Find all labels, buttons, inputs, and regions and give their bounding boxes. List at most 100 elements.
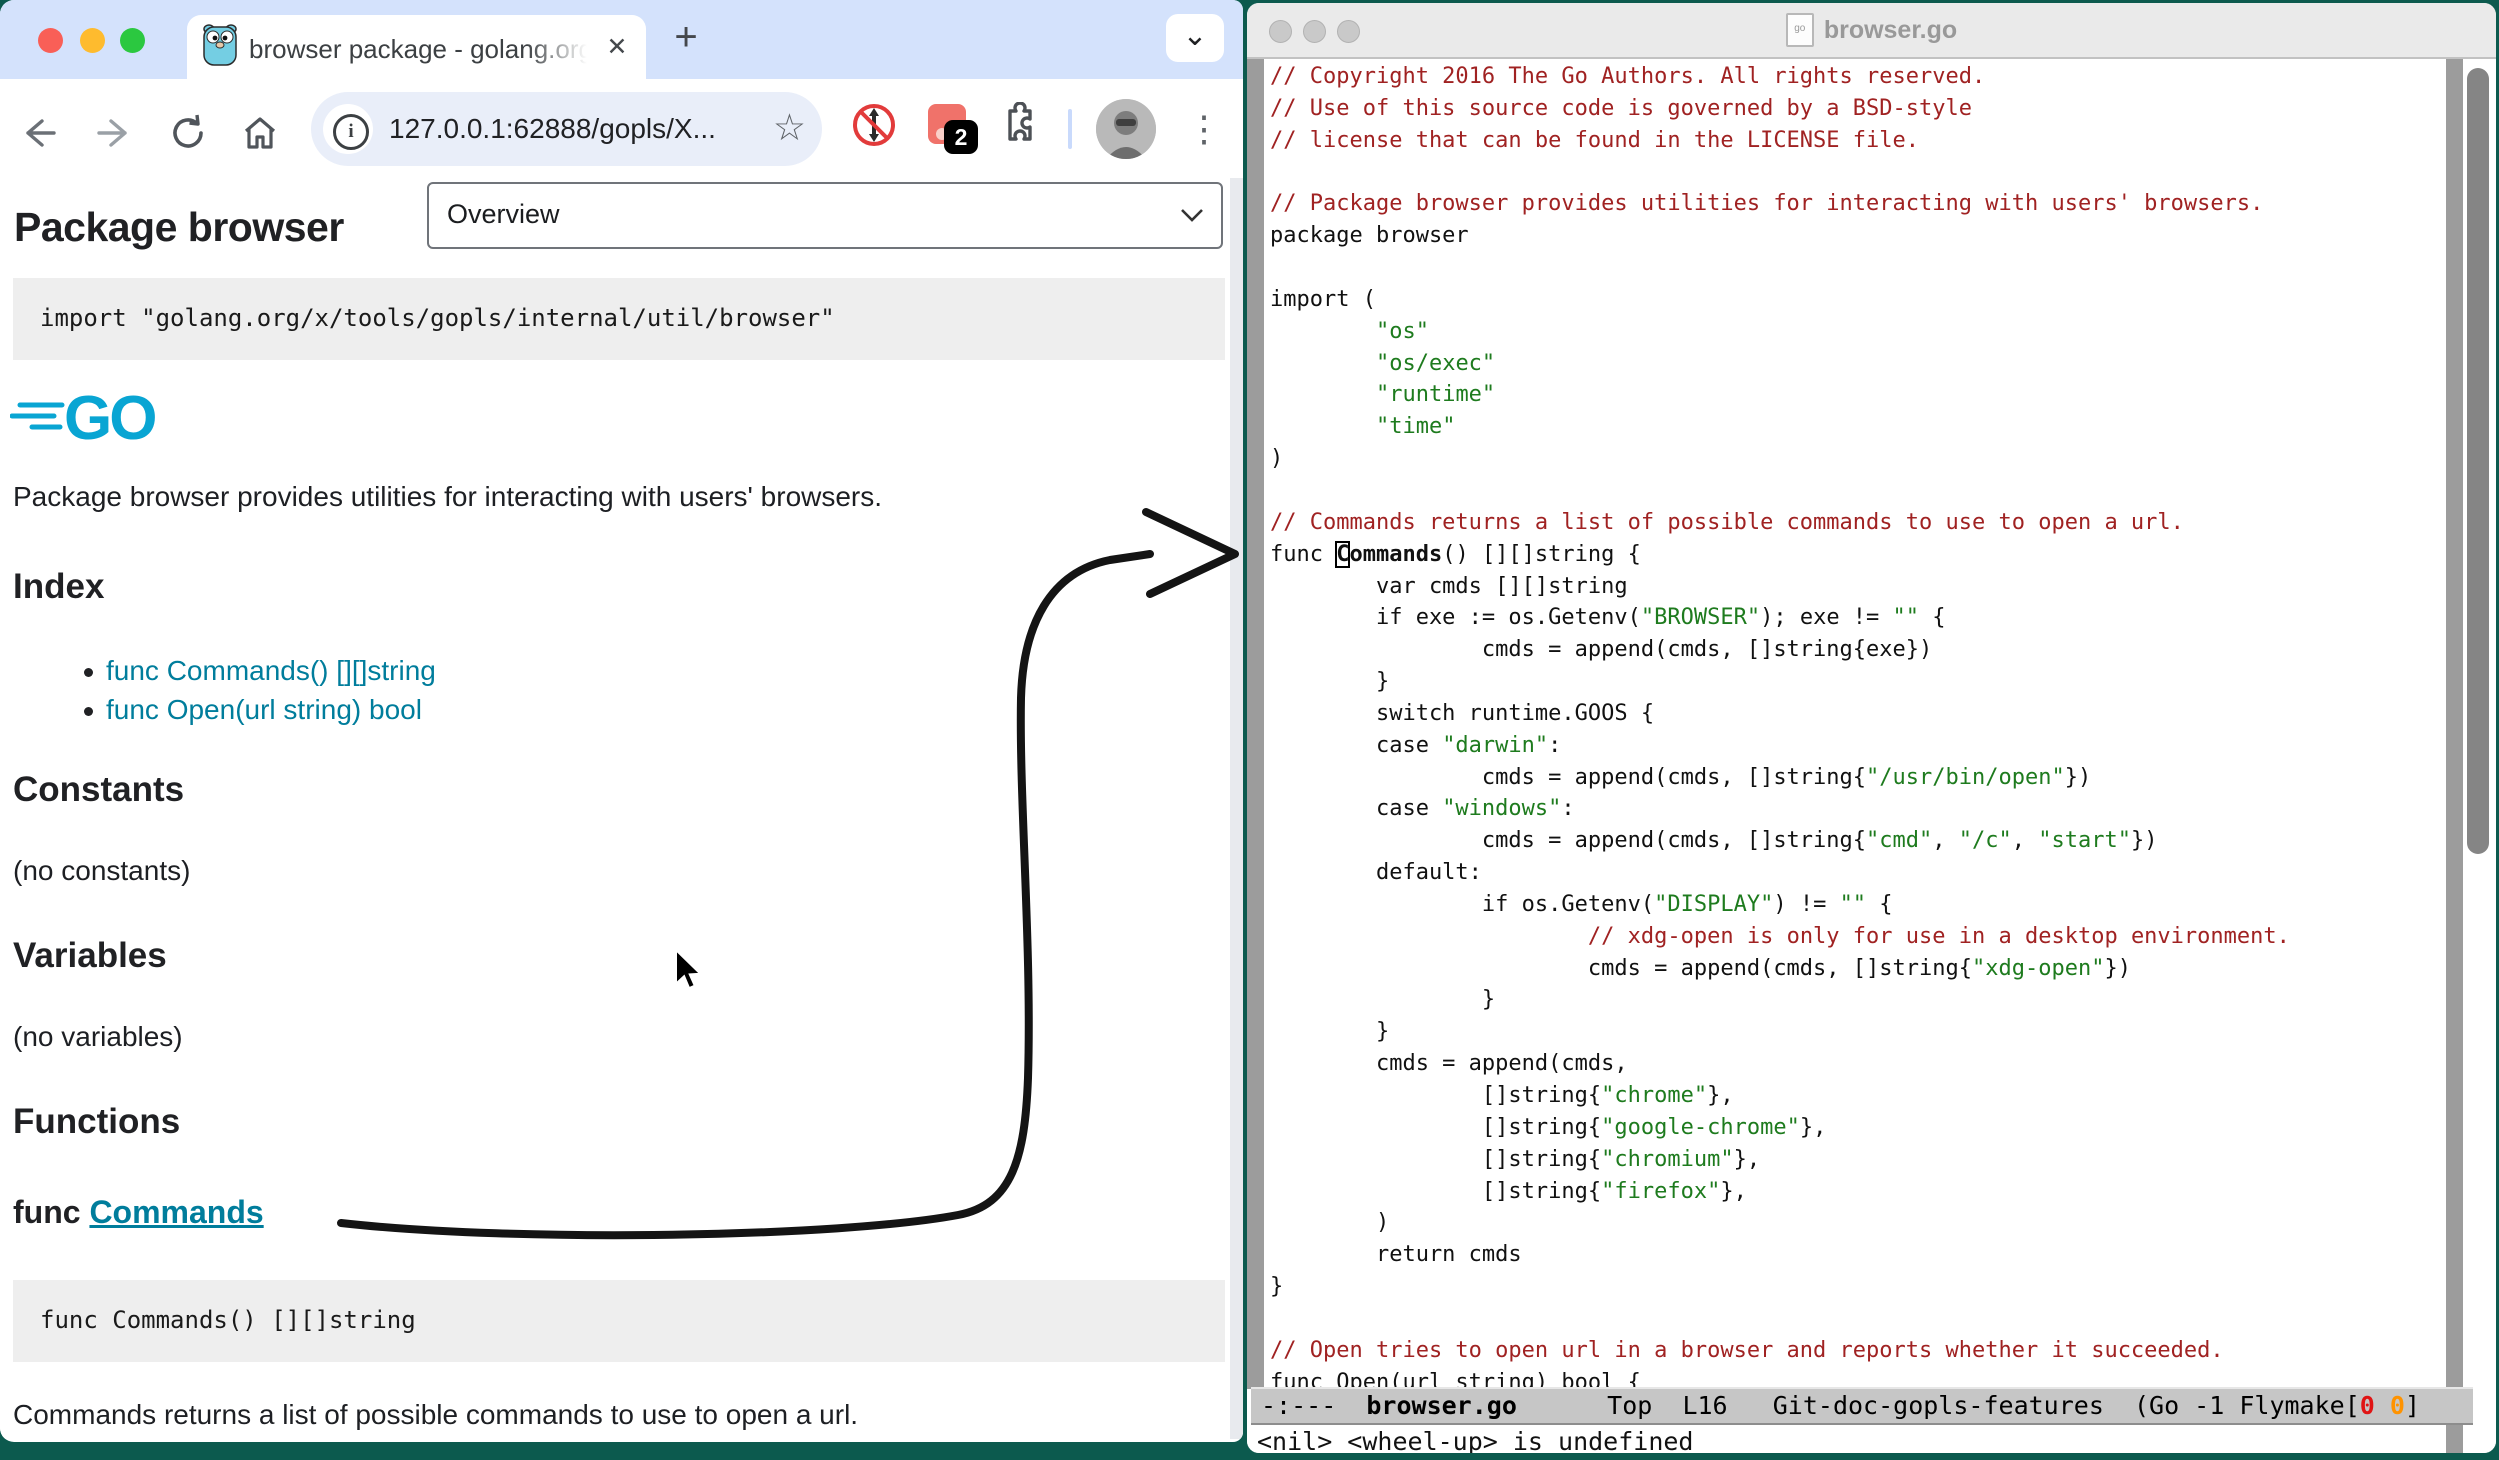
import-code-box: import "golang.org/x/tools/gopls/interna… (13, 278, 1225, 360)
code-line (1270, 252, 2290, 284)
emacs-window-title: browser.go (1824, 16, 1957, 45)
home-button[interactable] (240, 113, 280, 153)
commands-link[interactable]: Commands (89, 1194, 263, 1230)
code-line: // xdg-open is only for use in a desktop… (1270, 921, 2290, 953)
site-info-icon[interactable]: i (323, 104, 373, 154)
func-description: Commands returns a list of possible comm… (13, 1399, 858, 1431)
emacs-window: go browser.go // Copyright 2016 The Go A… (1247, 3, 2496, 1453)
code-line: []string{"firefox"}, (1270, 1176, 2290, 1208)
reload-button[interactable] (168, 113, 208, 153)
url-bar[interactable]: i 127.0.0.1:62888/gopls/X... ☆ (311, 92, 822, 166)
constants-heading: Constants (13, 770, 184, 810)
emacs-title-wrap: go browser.go (1247, 3, 2496, 57)
go-gopher-favicon-icon (203, 24, 237, 71)
scroll-blocker-extension-icon[interactable] (851, 102, 897, 148)
close-window-button[interactable] (38, 28, 63, 53)
code-line: cmds = append(cmds, []string{exe}) (1270, 634, 2290, 666)
code-line: package browser (1270, 220, 2290, 252)
code-line: cmds = append(cmds, []string{"cmd", "/c"… (1270, 825, 2290, 857)
chrome-menu-kebab-icon[interactable]: ⋮ (1186, 101, 1222, 157)
forward-button[interactable] (95, 113, 135, 153)
index-link-commands[interactable]: func Commands() [][]string (106, 655, 436, 687)
code-line: cmds = append(cmds, (1270, 1048, 2290, 1080)
code-line: func Commands() [][]string { (1270, 539, 2290, 571)
doc-page: Package browser Overview import "golang.… (0, 178, 1243, 1439)
tab-title: browser package - golang.org (249, 34, 587, 65)
code-line: []string{"chromium"}, (1270, 1144, 2290, 1176)
emacs-cursor: C (1336, 542, 1349, 567)
back-button[interactable] (18, 113, 58, 153)
code-line: } (1270, 984, 2290, 1016)
code-line: } (1270, 1271, 2290, 1303)
browser-tab[interactable]: browser package - golang.org ✕ (187, 15, 646, 79)
emacs-left-scrollbar[interactable] (1247, 59, 1264, 1389)
macos-scrollbar-thumb[interactable] (2467, 68, 2489, 854)
page-scrollbar[interactable] (1230, 178, 1243, 1439)
code-line: []string{"chrome"}, (1270, 1080, 2290, 1112)
emacs-right-scrollbar[interactable] (2446, 59, 2463, 1453)
chrome-window: browser package - golang.org ✕ + ⌄ i (0, 0, 1243, 1442)
overview-select[interactable]: Overview (427, 182, 1223, 249)
code-area[interactable]: // Copyright 2016 The Go Authors. All ri… (1270, 61, 2290, 1398)
functions-heading: Functions (13, 1102, 180, 1142)
code-line: // license that can be found in the LICE… (1270, 125, 2290, 157)
zoom-window-button[interactable] (120, 28, 145, 53)
code-line: cmds = append(cmds, []string{"xdg-open"}… (1270, 953, 2290, 985)
code-line: } (1270, 666, 2290, 698)
extensions-puzzle-icon[interactable] (996, 102, 1042, 148)
no-constants-text: (no constants) (13, 855, 190, 887)
url-text[interactable]: 127.0.0.1:62888/gopls/X... (389, 113, 716, 145)
code-line: // Commands returns a list of possible c… (1270, 507, 2290, 539)
tab-search-chevron-button[interactable]: ⌄ (1166, 14, 1224, 62)
no-variables-text: (no variables) (13, 1021, 183, 1053)
code-line: // Package browser provides utilities fo… (1270, 188, 2290, 220)
code-line: cmds = append(cmds, []string{"/usr/bin/o… (1270, 762, 2290, 794)
code-line: var cmds [][]string (1270, 571, 2290, 603)
code-line: "time" (1270, 411, 2290, 443)
code-line: if exe := os.Getenv("BROWSER"); exe != "… (1270, 602, 2290, 634)
code-line: "os/exec" (1270, 348, 2290, 380)
code-line: // Copyright 2016 The Go Authors. All ri… (1270, 61, 2290, 93)
func-commands-heading: func Commands (13, 1194, 264, 1231)
code-line: ) (1270, 443, 2290, 475)
tab-close-icon[interactable]: ✕ (601, 31, 633, 63)
variables-heading: Variables (13, 936, 167, 976)
extension-badge: 2 (944, 120, 978, 154)
chevron-down-icon (1179, 206, 1205, 229)
code-line (1270, 1303, 2290, 1335)
code-line: ) (1270, 1207, 2290, 1239)
go-logo: GO (10, 383, 220, 454)
document-icon: go (1786, 13, 1814, 47)
page-title: Package browser (14, 204, 344, 251)
code-line: "runtime" (1270, 379, 2290, 411)
desktop: browser package - golang.org ✕ + ⌄ i (0, 0, 2499, 1460)
emacs-modeline: -:--- browser.go Top L16 Git-doc-gopls-f… (1251, 1387, 2473, 1425)
code-line: // Use of this source code is governed b… (1270, 93, 2290, 125)
func-signature: func Commands() [][]string (40, 1306, 416, 1334)
toolbar-separator (1068, 109, 1072, 149)
import-code: import "golang.org/x/tools/gopls/interna… (40, 304, 835, 332)
code-line: []string{"google-chrome"}, (1270, 1112, 2290, 1144)
emacs-buffer[interactable]: // Copyright 2016 The Go Authors. All ri… (1247, 59, 2496, 1453)
info-icon: i (333, 114, 369, 150)
code-line: // Open tries to open url in a browser a… (1270, 1335, 2290, 1367)
code-line: import ( (1270, 284, 2290, 316)
signature-code-box: func Commands() [][]string (13, 1280, 1225, 1362)
index-heading: Index (13, 567, 104, 607)
card-extension-icon[interactable]: 2 (926, 102, 972, 148)
emacs-title-bar[interactable]: go browser.go (1247, 3, 2496, 59)
index-link-open[interactable]: func Open(url string) bool (106, 694, 422, 726)
svg-text:GO: GO (64, 384, 155, 449)
code-line: case "windows": (1270, 793, 2290, 825)
code-line: default: (1270, 857, 2290, 889)
profile-avatar[interactable] (1096, 99, 1156, 159)
code-line: } (1270, 1016, 2290, 1048)
minimize-window-button[interactable] (80, 28, 105, 53)
new-tab-button[interactable]: + (664, 16, 708, 60)
bookmark-star-icon[interactable]: ☆ (773, 106, 806, 149)
emacs-echo-area: <nil> <wheel-up> is undefined (1257, 1427, 1694, 1453)
code-line: return cmds (1270, 1239, 2290, 1271)
code-line: "os" (1270, 316, 2290, 348)
package-intro: Package browser provides utilities for i… (13, 481, 882, 513)
code-line: if os.Getenv("DISPLAY") != "" { (1270, 889, 2290, 921)
